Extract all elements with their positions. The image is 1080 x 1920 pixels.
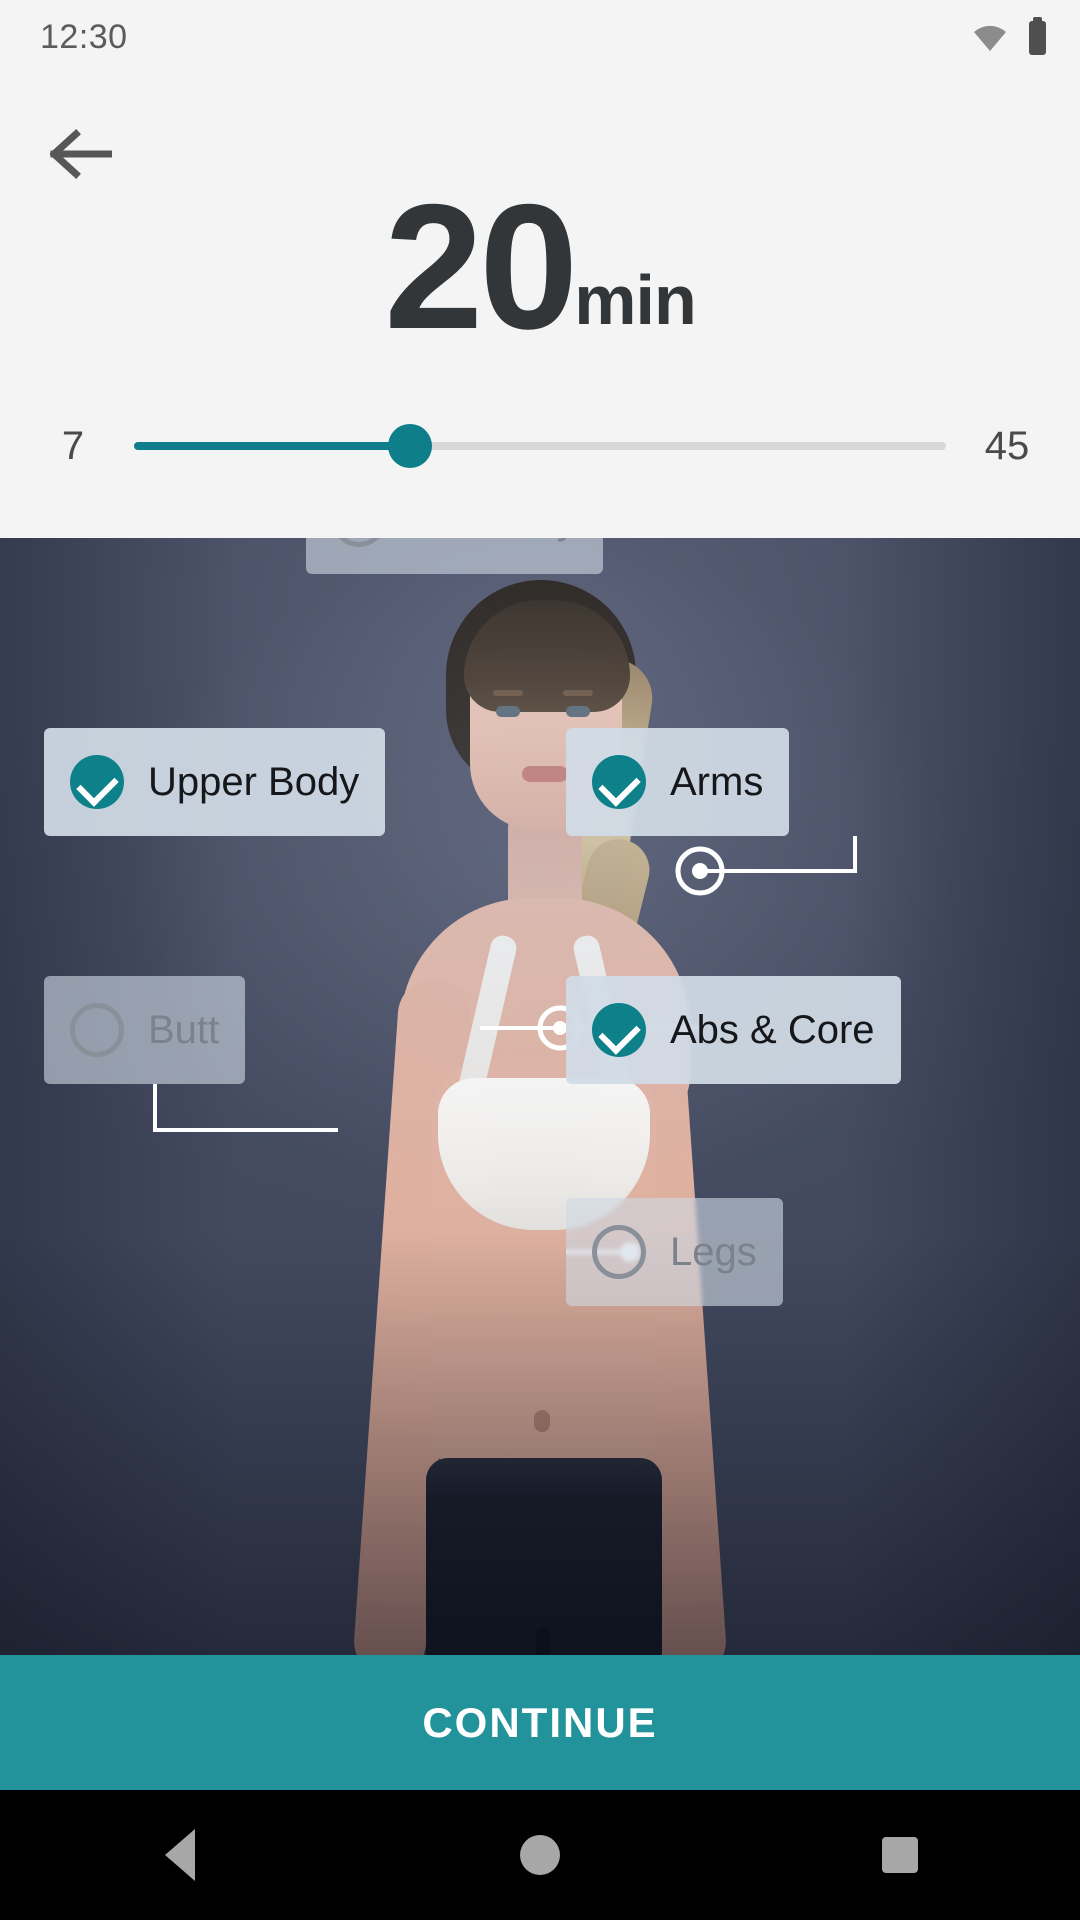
android-nav-bar (0, 1790, 1080, 1920)
chip-label: Arms (670, 759, 764, 804)
body-area-chip-full-body[interactable]: Full Body (306, 538, 603, 574)
nav-recents-button[interactable] (825, 1790, 975, 1920)
battery-icon (1029, 16, 1046, 55)
duration-slider-row: 7 45 (0, 401, 1080, 491)
duration-slider[interactable] (134, 416, 946, 476)
chip-label: Full Body (410, 538, 577, 543)
status-icons (973, 16, 1046, 55)
slider-thumb[interactable] (388, 424, 433, 468)
empty-circle-icon (592, 1225, 646, 1279)
duration-value: 20 (384, 167, 578, 366)
nav-recents-icon (882, 1837, 918, 1873)
empty-circle-icon (70, 1003, 124, 1057)
duration-display: 20 min (0, 167, 1080, 366)
screen-root: 12:30 20 min 7 45 Upper Body Arms Butt A… (0, 0, 1080, 1920)
chip-label: Abs & Core (670, 1007, 875, 1052)
body-area-chip-upper-body[interactable]: Upper Body (44, 728, 386, 836)
chip-label: Butt (148, 1007, 220, 1052)
duration-header: 20 min 7 45 (0, 75, 1080, 538)
body-area-chip-butt[interactable]: Butt (44, 976, 246, 1084)
chip-label: Upper Body (148, 759, 360, 804)
nav-back-button[interactable] (105, 1790, 255, 1920)
back-button[interactable] (42, 117, 120, 195)
photo-overlay (0, 538, 1080, 1655)
slider-fill (134, 442, 411, 450)
nav-home-button[interactable] (465, 1790, 615, 1920)
nav-home-icon (520, 1835, 560, 1875)
body-area-chip-arms[interactable]: Arms (566, 728, 790, 836)
body-area-chip-abs-core[interactable]: Abs & Core (566, 976, 901, 1084)
duration-unit: min (574, 260, 696, 339)
continue-button[interactable]: CONTINUE (0, 1655, 1080, 1790)
continue-label: CONTINUE (422, 1698, 658, 1746)
check-circle-icon (70, 755, 124, 809)
wifi-icon (973, 25, 1007, 51)
chip-label: Legs (670, 1229, 757, 1274)
status-bar: 12:30 (0, 0, 1080, 75)
empty-circle-icon (332, 538, 386, 547)
back-arrow-icon (48, 128, 114, 185)
slider-min-label: 7 (61, 423, 85, 468)
slider-max-label: 45 (984, 423, 1030, 468)
check-circle-icon (592, 1003, 646, 1057)
body-photo-area: Full Body Upper Body Arms Butt Abs & Cor… (0, 538, 1080, 1655)
body-area-chip-legs[interactable]: Legs (566, 1198, 783, 1306)
nav-back-icon (165, 1829, 195, 1881)
check-circle-icon (592, 755, 646, 809)
status-time: 12:30 (40, 18, 128, 56)
